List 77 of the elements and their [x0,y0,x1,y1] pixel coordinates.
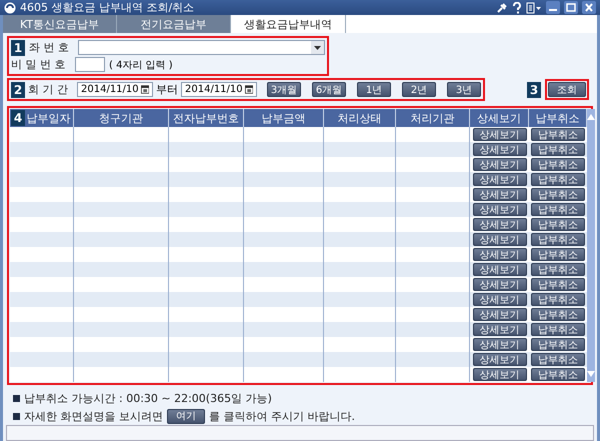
close-icon[interactable] [582,1,596,14]
period-button[interactable]: 1년 [357,82,391,97]
detail-button[interactable]: 상세보기 [472,203,526,216]
detail-button[interactable]: 상세보기 [472,278,526,291]
period-button[interactable]: 2년 [402,82,436,97]
cancel-button[interactable]: 납부취소 [531,368,585,381]
detail-button[interactable]: 상세보기 [472,323,526,336]
note-text: 납부취소 가능시간 : 00:30 ~ 22:00(365일 가능) [24,390,272,406]
tab[interactable]: 전기요금납부 [117,15,231,33]
detail-button[interactable]: 상세보기 [472,263,526,276]
cancel-button[interactable]: 납부취소 [531,263,585,276]
cancel-button[interactable]: 납부취소 [531,323,585,336]
note-text: 를 클릭하여 주시기 바랍니다. [209,408,355,424]
column-header: 처리기관 [396,109,470,127]
period-button[interactable]: 6개월 [312,82,346,97]
field-label: 비 밀 번 호 [11,57,66,72]
window-title: 4605 생활요금 납부내역 조회/취소 [20,0,196,15]
cancel-button[interactable]: 납부취소 [531,308,585,321]
column-header: 처리상태 [324,109,396,127]
cancel-button[interactable]: 납부취소 [531,293,585,306]
calendar-icon[interactable] [140,84,149,95]
field-hint: ( 4자리 입력 ) [109,58,173,72]
app-logo-icon [4,2,16,14]
detail-button[interactable]: 상세보기 [472,143,526,156]
tab[interactable]: KT통신요금납부 [3,15,117,33]
minimize-icon[interactable] [546,1,560,14]
cancel-button[interactable]: 납부취소 [531,173,585,186]
cancel-button[interactable]: 납부취소 [531,203,585,216]
field-label: 회 기 간 [28,82,69,97]
cancel-button[interactable]: 납부취소 [531,353,585,366]
help-icon[interactable] [512,2,522,14]
detail-button[interactable]: 상세보기 [472,248,526,261]
calendar-icon[interactable] [244,84,253,95]
range-label: 부터 [156,82,178,97]
cancel-button[interactable]: 납부취소 [531,248,585,261]
detail-button[interactable]: 상세보기 [472,308,526,321]
detail-button[interactable]: 상세보기 [472,128,526,141]
detail-button[interactable]: 상세보기 [472,353,526,366]
detail-button[interactable]: 상세보기 [472,188,526,201]
column-header: 상세보기 [470,109,529,127]
detail-button[interactable]: 상세보기 [472,173,526,186]
password-field[interactable] [75,57,105,72]
detail-button[interactable]: 상세보기 [472,338,526,351]
cancel-button[interactable]: 납부취소 [531,233,585,246]
start-date-field[interactable]: 2014/11/10 [77,82,153,97]
detail-button[interactable]: 상세보기 [472,158,526,171]
detail-button[interactable]: 상세보기 [472,368,526,381]
note-text: 자세한 화면설명을 보시려면 [24,408,163,424]
cancel-button[interactable]: 납부취소 [531,158,585,171]
cancel-button[interactable]: 납부취소 [531,143,585,156]
here-button[interactable]: 여기 [167,408,205,424]
period-button[interactable]: 3개월 [267,82,301,97]
cancel-button[interactable]: 납부취소 [531,338,585,351]
detail-button[interactable]: 상세보기 [472,293,526,306]
column-header: 전자납부번호 [169,109,244,127]
cancel-button[interactable]: 납부취소 [531,128,585,141]
step-marker: 2 [11,82,25,98]
step-marker: 3 [527,82,541,98]
search-button[interactable]: 조회 [548,82,586,97]
menu-icon[interactable] [526,2,542,14]
maximize-icon[interactable] [564,1,578,14]
cancel-button[interactable]: 납부취소 [531,218,585,231]
bullet-icon [13,394,20,402]
bullet-icon [13,412,20,420]
detail-button[interactable]: 상세보기 [472,233,526,246]
detail-button[interactable]: 상세보기 [472,218,526,231]
column-header: 납부취소 [529,109,587,127]
field-label: 좌 번 호 [29,40,70,55]
pin-icon[interactable] [496,2,508,14]
column-header: 납부금액 [244,109,324,127]
cancel-button[interactable]: 납부취소 [531,188,585,201]
period-button[interactable]: 3년 [447,82,481,97]
step-marker: 1 [11,40,25,56]
cancel-button[interactable]: 납부취소 [531,278,585,291]
end-date-field[interactable]: 2014/11/10 [181,82,257,97]
column-header: 청구기관 [74,109,169,127]
step-marker: 4 [11,110,25,126]
